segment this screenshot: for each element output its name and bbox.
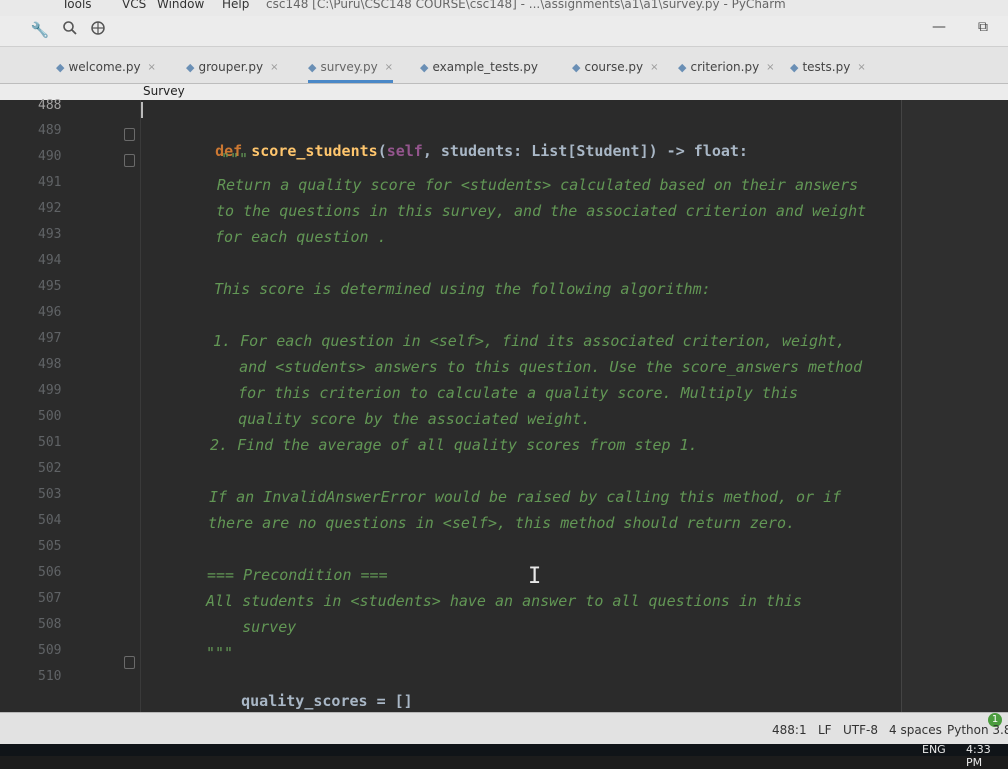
clock[interactable]: 4:33 PM [966,743,1008,769]
code-line-499: for this criterion to calculate a qualit… [211,384,798,402]
menu-tools[interactable]: Tools [62,0,92,11]
close-icon[interactable]: × [857,62,865,73]
code-line-506: === Precondition === [207,566,388,584]
line-number: 494 [38,253,62,268]
close-icon[interactable]: × [766,62,774,73]
code-line-490: """ [221,150,249,168]
tab-survey[interactable]: ◆ survey.py × [308,54,394,83]
close-icon[interactable]: × [270,62,278,73]
code-line-504: there are no questions in <self>, this m… [208,514,795,532]
line-number: 498 [38,357,62,372]
tab-criterion[interactable]: ◆ criterion.py × [678,54,775,80]
close-icon[interactable]: × [385,62,393,73]
line-number: 496 [38,305,62,320]
text-cursor-icon: I [528,564,542,589]
tab-grouper[interactable]: ◆ grouper.py × [186,54,278,80]
menu-help[interactable]: Help [222,0,249,11]
line-number: 500 [38,409,62,424]
line-number: 490 [38,149,62,164]
file-encoding[interactable]: UTF-8 [843,723,878,737]
line-number: 510 [38,669,62,684]
line-number: 493 [38,227,62,242]
code-line-497: 1. For each question in <self>, find its… [213,332,846,350]
line-number: 502 [38,461,62,476]
python-file-icon: ◆ [308,60,317,74]
code-line-491: Return a quality score for <students> ca… [217,176,859,194]
fold-marker-icon[interactable] [124,128,135,141]
python-file-icon: ◆ [678,60,687,74]
text-caret [141,102,143,118]
code-editor[interactable]: def score_students(self, students: List[… [141,100,901,712]
python-file-icon: ◆ [572,60,581,74]
line-number: 499 [38,383,62,398]
breadcrumb[interactable]: Survey [143,84,185,98]
toolbar: 🔧 — ⧉ [0,16,1008,47]
window-title: csc148 [C:\Puru\CSC148 COURSE\csc148] - … [266,0,786,11]
python-file-icon: ◆ [790,60,799,74]
menu-vcs[interactable]: VCS [122,0,146,11]
line-number: 489 [38,123,62,138]
code-line-509: """ [206,644,234,662]
python-file-icon: ◆ [186,60,195,74]
line-number: 488 [38,98,62,113]
code-line-492: to the questions in this survey, and the… [216,202,867,220]
code-line-493: for each question . [215,228,387,246]
code-line-501: 2. Find the average of all quality score… [210,436,698,454]
python-interpreter[interactable]: Python 3.8 [947,723,1008,737]
line-number: 505 [38,539,62,554]
code-line-503: If an InvalidAnswerError would be raised… [209,488,842,506]
code-line-507: All students in <students> have an answe… [206,592,803,610]
restore-button[interactable]: ⧉ [978,19,988,35]
line-number: 492 [38,201,62,216]
line-number: 491 [38,175,62,190]
line-number: 509 [38,643,62,658]
tab-example-tests[interactable]: ◆ example_tests.py [420,54,545,80]
editor-right-margin [901,100,1008,712]
line-number: 495 [38,279,62,294]
indent-setting[interactable]: 4 spaces [889,723,942,737]
code-line-500: quality score by the associated weight. [211,410,591,428]
code-line-498: and <students> answers to this question.… [212,358,863,376]
line-number: 506 [38,565,62,580]
code-line-508: survey [206,618,297,636]
breadcrumb-bar: Survey [0,84,1008,100]
code-line-495: This score is determined using the follo… [214,280,711,298]
fold-marker-icon[interactable] [124,154,135,167]
python-file-icon: ◆ [56,60,65,74]
tab-course[interactable]: ◆ course.py × [572,54,659,80]
wrench-icon[interactable]: 🔧 [30,20,50,40]
line-number: 503 [38,487,62,502]
line-number: 504 [38,513,62,528]
line-number: 508 [38,617,62,632]
input-language[interactable]: ENG [922,743,946,756]
editor-tab-bar: ◆ welcome.py × ◆ grouper.py × ◆ survey.p… [0,47,1008,84]
line-number: 497 [38,331,62,346]
menu-window[interactable]: Window [157,0,204,11]
code-line-510: quality_scores = [] [241,692,413,710]
python-file-icon: ◆ [420,60,429,74]
caret-position[interactable]: 488:1 [772,723,807,737]
line-number-gutter[interactable]: 488 489 490 491 492 493 494 495 496 497 … [0,98,141,712]
code-line-489: def score_students(self, students: List[… [215,142,748,160]
line-number: 501 [38,435,62,450]
search-icon[interactable] [60,20,80,40]
close-icon[interactable]: × [148,62,156,73]
os-taskbar: ENG 4:33 PM [0,743,1008,769]
status-bar: 1 488:1 LF UTF-8 4 spaces Python 3.8 [0,712,1008,745]
line-separator[interactable]: LF [818,723,832,737]
fold-marker-icon[interactable] [124,656,135,669]
line-number: 507 [38,591,62,606]
minimize-button[interactable]: — [932,19,946,35]
menu-bar: Tools VCS Window Help csc148 [C:\Puru\CS… [0,0,1008,16]
tab-tests[interactable]: ◆ tests.py × [790,54,866,80]
close-icon[interactable]: × [650,62,658,73]
tab-welcome[interactable]: ◆ welcome.py × [56,54,156,80]
globe-icon[interactable] [88,20,108,40]
